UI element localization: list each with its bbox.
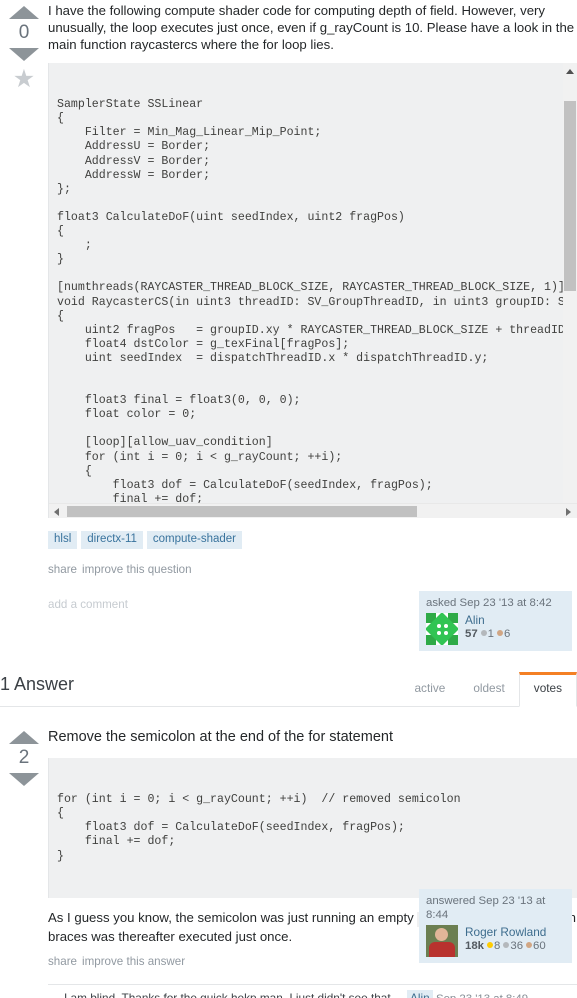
question-code-text: SamplerState SSLinear { Filter = Min_Mag… bbox=[57, 98, 577, 518]
favorite-star-icon[interactable]: ★ bbox=[13, 67, 35, 92]
tab-votes[interactable]: votes bbox=[518, 672, 577, 707]
scroll-thumb-vertical[interactable] bbox=[564, 101, 576, 291]
question-post-menu: share improve this question bbox=[48, 563, 577, 576]
comment-text: I am blind. Thanks for the quick hekp ma… bbox=[64, 990, 394, 998]
question-owner-details: Alin 57 1 6 bbox=[465, 613, 510, 641]
question-paragraph: I have the following compute shader code… bbox=[48, 3, 575, 52]
comment-dash: – bbox=[397, 990, 404, 998]
question-improve-link[interactable]: improve this question bbox=[82, 563, 192, 576]
gold-badge-icon bbox=[487, 942, 494, 948]
answer-owner-rep: 18k bbox=[465, 940, 485, 952]
question-upvote-button[interactable] bbox=[9, 6, 39, 19]
question-vote-count: 0 bbox=[18, 22, 30, 43]
question-asked-time: asked Sep 23 '13 at 8:42 bbox=[426, 597, 552, 609]
answer-code-text: for (int i = 0; i < g_rayCount; ++i) // … bbox=[57, 793, 461, 863]
comment-row: I am blind. Thanks for the quick hekp ma… bbox=[48, 983, 577, 998]
silver-badge-icon bbox=[503, 942, 510, 948]
answer-owner-card: answered Sep 23 '13 at 8:44 Roger Rowlan… bbox=[419, 889, 572, 963]
answer-owner-name[interactable]: Roger Rowland bbox=[465, 925, 546, 939]
question-owner-inner: Alin 57 1 6 bbox=[426, 613, 566, 645]
answer-answered-time: answered Sep 23 '13 at 8:44 bbox=[426, 895, 546, 921]
question-downvote-button[interactable] bbox=[9, 48, 39, 61]
answer-owner-gold: 8 bbox=[494, 940, 501, 952]
answer-owner-bronze: 60 bbox=[533, 940, 546, 952]
question-tags: hlsl directx-11 compute-shader bbox=[48, 530, 577, 549]
tag-compute-shader[interactable]: compute-shader bbox=[146, 531, 243, 549]
comment-user-link[interactable]: Alin bbox=[407, 989, 433, 998]
avatar[interactable] bbox=[426, 925, 458, 957]
answer-vote-cell: 2 bbox=[0, 725, 48, 788]
question-cell: I have the following compute shader code… bbox=[48, 0, 577, 611]
answer-owner-silver: 36 bbox=[510, 940, 524, 952]
question-vote-cell: 0 ★ bbox=[0, 0, 48, 92]
answer-downvote-button[interactable] bbox=[9, 773, 39, 786]
question-owner-silver: 1 bbox=[487, 628, 495, 640]
code-horizontal-scrollbar[interactable] bbox=[49, 503, 577, 518]
bronze-badge-icon bbox=[526, 942, 533, 948]
answer-owner-stats: 18k 8 36 60 bbox=[465, 940, 546, 952]
question-owner-rep: 57 bbox=[465, 628, 478, 640]
code-vertical-scrollbar[interactable] bbox=[563, 63, 577, 518]
question-owner-stats: 57 1 6 bbox=[465, 628, 510, 640]
question-owner-card: asked Sep 23 '13 at 8:42 Alin 57 1 6 bbox=[419, 591, 572, 651]
silver-badge-icon bbox=[480, 630, 487, 636]
avatar[interactable] bbox=[426, 613, 458, 645]
question-share-link[interactable]: share bbox=[48, 563, 77, 576]
scroll-right-icon[interactable] bbox=[566, 508, 571, 516]
answer-title: Remove the semicolon at the end of the f… bbox=[48, 729, 393, 745]
question-owner-bronze: 6 bbox=[504, 628, 511, 640]
question-post: 0 ★ I have the following compute shader … bbox=[0, 0, 577, 611]
answer-share-link[interactable]: share bbox=[48, 955, 77, 968]
scroll-left-icon[interactable] bbox=[54, 508, 59, 516]
tab-oldest[interactable]: oldest bbox=[459, 673, 518, 706]
scroll-up-icon[interactable] bbox=[566, 69, 574, 74]
answer-text-part1: As I guess you know, the semicolon was j… bbox=[48, 909, 418, 925]
tab-active[interactable]: active bbox=[400, 673, 459, 706]
answer-sort-tabs: active oldest votes bbox=[400, 672, 577, 707]
answers-header: 1 Answer active oldest votes bbox=[0, 665, 577, 707]
answer-comments: I am blind. Thanks for the quick hekp ma… bbox=[48, 983, 577, 998]
bronze-badge-icon bbox=[497, 630, 504, 636]
tag-directx-11[interactable]: directx-11 bbox=[81, 531, 143, 549]
answer-vote-count: 2 bbox=[18, 747, 30, 768]
answer-improve-link[interactable]: improve this answer bbox=[82, 955, 185, 968]
answer-code-block: for (int i = 0; i < g_rayCount; ++i) // … bbox=[48, 758, 577, 898]
question-owner-name[interactable]: Alin bbox=[465, 613, 510, 627]
answer-owner-details: Roger Rowland 18k 8 36 60 bbox=[465, 925, 546, 953]
comment-date[interactable]: Sep 23 '13 at 8:49 bbox=[436, 993, 528, 998]
question-code-block[interactable]: SamplerState SSLinear { Filter = Min_Mag… bbox=[48, 63, 577, 518]
answer-upvote-button[interactable] bbox=[9, 731, 39, 744]
answer-owner-inner: Roger Rowland 18k 8 36 60 bbox=[426, 925, 566, 957]
tag-hlsl[interactable]: hlsl bbox=[48, 531, 78, 549]
scroll-thumb-horizontal[interactable] bbox=[67, 506, 417, 517]
question-body: I have the following compute shader code… bbox=[48, 2, 577, 53]
question-page: 0 ★ I have the following compute shader … bbox=[0, 0, 577, 998]
